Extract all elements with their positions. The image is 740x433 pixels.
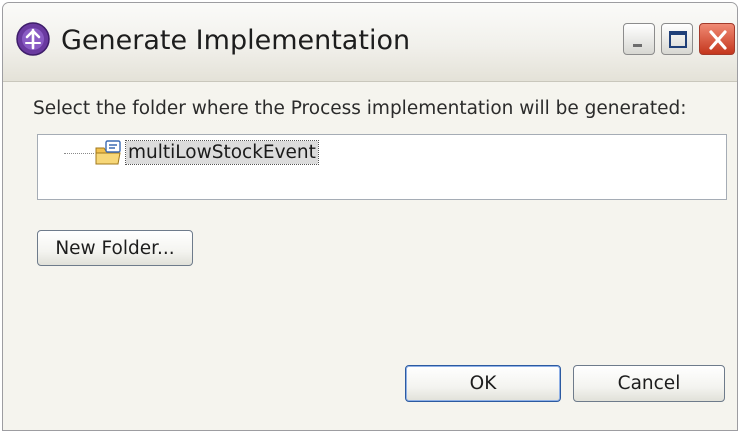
window-title: Generate Implementation bbox=[61, 25, 411, 56]
tree-item-multilowstockevent[interactable]: multiLowStockEvent bbox=[125, 140, 319, 165]
folder-icon bbox=[92, 139, 126, 167]
dialog-content: Select the folder where the Process impl… bbox=[3, 82, 737, 430]
folder-tree[interactable]: multiLowStockEvent bbox=[37, 134, 727, 200]
ok-button[interactable]: OK bbox=[405, 365, 561, 402]
title-bar[interactable]: Generate Implementation bbox=[3, 3, 737, 82]
tree-connector bbox=[64, 153, 94, 154]
maximize-button[interactable] bbox=[661, 23, 693, 55]
maximize-icon bbox=[669, 31, 687, 48]
generate-implementation-dialog: Generate Implementation Select the folde… bbox=[2, 2, 738, 431]
minimize-button[interactable] bbox=[623, 23, 655, 55]
process-icon bbox=[15, 21, 51, 57]
minimize-icon bbox=[633, 44, 642, 47]
close-icon bbox=[709, 30, 727, 50]
instruction-label: Select the folder where the Process impl… bbox=[33, 98, 687, 119]
new-folder-button[interactable]: New Folder... bbox=[37, 230, 193, 266]
cancel-button[interactable]: Cancel bbox=[573, 365, 725, 402]
close-button[interactable] bbox=[699, 23, 735, 55]
